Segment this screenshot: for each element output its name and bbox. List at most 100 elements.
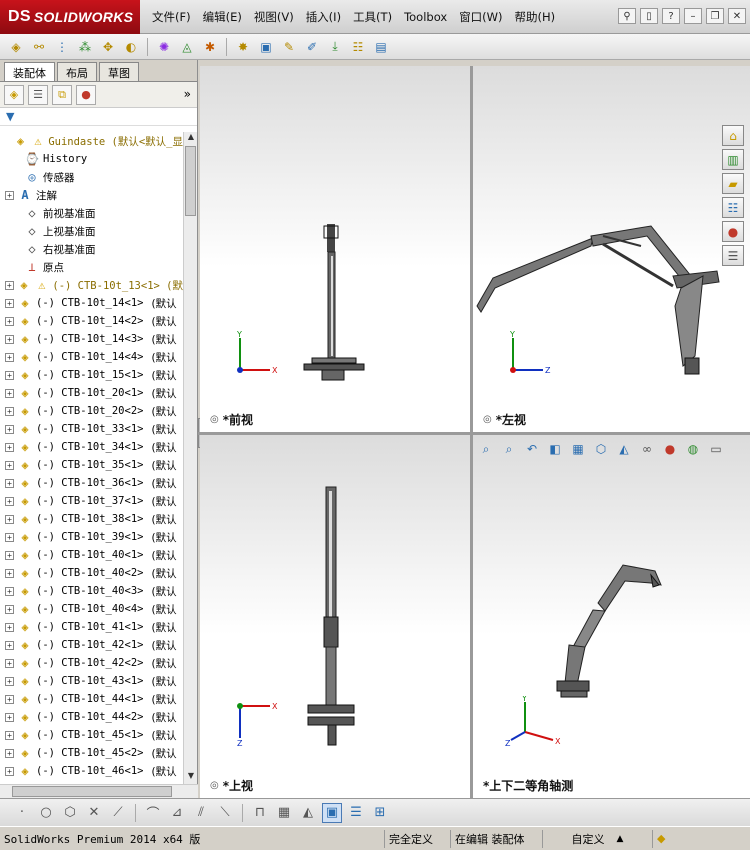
tree-item-component[interactable]: + ◈ (-) CTB-10t_44<2> (默认: [0, 708, 183, 726]
scroll-up-arrow-icon[interactable]: ▲: [184, 132, 198, 145]
filter-icon[interactable]: ▼: [6, 110, 14, 123]
construction-line-icon[interactable]: ⟍: [215, 803, 235, 823]
expand-icon[interactable]: +: [5, 406, 14, 416]
menu-insert[interactable]: 插入(I): [300, 9, 347, 25]
property-manager-icon[interactable]: ☰: [28, 84, 48, 105]
tree-item-origin[interactable]: ⊥ 原点: [0, 258, 183, 276]
tree-item-component[interactable]: + ◈ (-) CTB-10t_40<3> (默认: [0, 582, 183, 600]
viewport-front[interactable]: Y X ◎ *前视: [200, 66, 470, 432]
tree-item-history[interactable]: ⌚ History: [0, 150, 183, 168]
two-view-icon[interactable]: ☰: [346, 803, 366, 823]
tree-item-component[interactable]: + ◈ (-) CTB-10t_45<1> (默认: [0, 726, 183, 744]
expand-icon[interactable]: +: [5, 766, 14, 776]
expand-icon[interactable]: +: [5, 550, 14, 560]
tree-item-component[interactable]: + ◈ (-) CTB-10t_46<1> (默认: [0, 762, 183, 780]
expand-icon[interactable]: +: [5, 334, 14, 344]
four-view-icon[interactable]: ⊞: [370, 803, 390, 823]
tree-item-component[interactable]: + ◈ (-) CTB-10t_37<1> (默认: [0, 492, 183, 510]
scroll-thumb[interactable]: [12, 786, 172, 797]
tree-item-component[interactable]: + ◈ (-) CTB-10t_33<1> (默认: [0, 420, 183, 438]
linear-pattern-icon[interactable]: ⋮: [52, 38, 72, 56]
dimension-icon[interactable]: ⊓: [250, 803, 270, 823]
new-motion-study-icon[interactable]: ✱: [200, 38, 220, 56]
tree-item-component[interactable]: + ◈ (-) CTB-10t_36<1> (默认: [0, 474, 183, 492]
tree-item-top-plane[interactable]: ◇ 上视基准面: [0, 222, 183, 240]
expand-icon[interactable]: +: [5, 676, 14, 686]
tree-item-component[interactable]: + ◈ (-) CTB-10t_39<1> (默认: [0, 528, 183, 546]
feature-manager-icon[interactable]: ◈: [4, 84, 24, 105]
expand-icon[interactable]: +: [5, 712, 14, 722]
tree-item-component[interactable]: + ◈ (-) CTB-10t_20<2> (默认: [0, 402, 183, 420]
extend-icon[interactable]: ⟋: [108, 803, 128, 823]
tab-assembly[interactable]: 装配体: [4, 62, 55, 81]
appearances-icon[interactable]: ●: [722, 221, 744, 242]
show-hidden-icon[interactable]: ◐: [121, 38, 141, 56]
menu-toolbox[interactable]: Toolbox: [398, 10, 453, 24]
expand-icon[interactable]: +: [5, 424, 14, 434]
bill-of-materials-icon[interactable]: ✸: [233, 38, 253, 56]
help-icon[interactable]: ?: [662, 8, 680, 24]
tree-item-sensors[interactable]: ◎ 传感器: [0, 168, 183, 186]
expand-icon[interactable]: +: [5, 496, 14, 506]
insert-component-icon[interactable]: ◈: [6, 38, 26, 56]
dynamic-annotation-icon[interactable]: ▦: [568, 440, 588, 458]
tree-item-component[interactable]: + ◈ (-) CTB-10t_20<1> (默认: [0, 384, 183, 402]
expand-icon[interactable]: +: [5, 604, 14, 614]
relation-icon[interactable]: ◭: [298, 803, 318, 823]
tree-item-component[interactable]: + ◈ (-) CTB-10t_15<1> (默认: [0, 366, 183, 384]
restore-button[interactable]: ❐: [706, 8, 724, 24]
expand-icon[interactable]: +: [5, 532, 14, 542]
expand-icon[interactable]: +: [5, 370, 14, 380]
expand-chevron-icon[interactable]: »: [184, 87, 191, 101]
view-orientation-icon[interactable]: ⬡: [591, 440, 611, 458]
display-manager-icon[interactable]: ●: [76, 84, 96, 105]
viewport-top[interactable]: Z X ◎ *上视: [200, 435, 470, 798]
large-assembly-mode-icon[interactable]: ☷: [348, 38, 368, 56]
expand-icon[interactable]: +: [5, 730, 14, 740]
apply-scene-icon[interactable]: ◍: [683, 440, 703, 458]
tree-item-component[interactable]: + ◈ (-) CTB-10t_14<3> (默认: [0, 330, 183, 348]
tree-item-component[interactable]: + ◈ (-) CTB-10t_45<2> (默认: [0, 744, 183, 762]
scroll-down-arrow-icon[interactable]: ▼: [184, 771, 198, 784]
tree-item-component[interactable]: + ◈ (-) CTB-10t_14<1> (默认: [0, 294, 183, 312]
expand-icon[interactable]: +: [5, 478, 14, 488]
expand-icon[interactable]: +: [5, 586, 14, 596]
hide-show-items-icon[interactable]: ∞: [637, 440, 657, 458]
fillet-icon[interactable]: ⌒: [143, 803, 163, 823]
tree-item-annotations[interactable]: + A 注解: [0, 186, 183, 204]
expand-icon[interactable]: +: [5, 388, 14, 398]
mate-icon[interactable]: ⚯: [29, 38, 49, 56]
move-component-icon[interactable]: ✥: [98, 38, 118, 56]
tree-item-component[interactable]: + ◈ (-) CTB-10t_40<1> (默认: [0, 546, 183, 564]
smart-fasteners-icon[interactable]: ⁂: [75, 38, 95, 56]
tree-root[interactable]: ◈ ⚠ Guindaste (默认<默认_显: [0, 132, 183, 150]
tree-item-component[interactable]: + ◈ (-) CTB-10t_43<1> (默认: [0, 672, 183, 690]
menu-file[interactable]: 文件(F): [146, 9, 197, 25]
tree-item-component[interactable]: + ◈ (-) CTB-10t_41<1> (默认: [0, 618, 183, 636]
viewport-isometric[interactable]: Y X Z *上下二等角轴测: [473, 435, 750, 798]
instant3d-icon[interactable]: ✎: [279, 38, 299, 56]
trim-icon[interactable]: ✕: [84, 803, 104, 823]
expand-icon[interactable]: +: [5, 190, 14, 200]
tree-horizontal-scrollbar[interactable]: [0, 784, 198, 798]
grid-icon[interactable]: ▦: [274, 803, 294, 823]
update-speedpak-icon[interactable]: ✐: [302, 38, 322, 56]
expand-icon[interactable]: +: [5, 640, 14, 650]
expand-icon[interactable]: +: [5, 352, 14, 362]
custom-properties-icon[interactable]: ☰: [722, 245, 744, 266]
previous-view-icon[interactable]: ↶: [522, 440, 542, 458]
tree-item-component[interactable]: + ◈ (-) CTB-10t_40<2> (默认: [0, 564, 183, 582]
expand-icon[interactable]: +: [5, 748, 14, 758]
new-document-icon[interactable]: ▯: [640, 8, 658, 24]
assembly-features-icon[interactable]: ✺: [154, 38, 174, 56]
home-icon[interactable]: ⌂: [722, 125, 744, 146]
expand-icon[interactable]: +: [5, 460, 14, 470]
status-units[interactable]: 自定义 ▲: [543, 829, 653, 848]
expand-icon[interactable]: +: [5, 568, 14, 578]
file-explorer-icon[interactable]: ▰: [722, 173, 744, 194]
section-view-icon[interactable]: ◧: [545, 440, 565, 458]
polygon-icon[interactable]: ⬡: [60, 803, 80, 823]
menu-help[interactable]: 帮助(H): [509, 9, 562, 25]
reference-geometry-icon[interactable]: ◬: [177, 38, 197, 56]
solidworks-logo[interactable]: DS SOLIDWORKS: [0, 0, 140, 34]
